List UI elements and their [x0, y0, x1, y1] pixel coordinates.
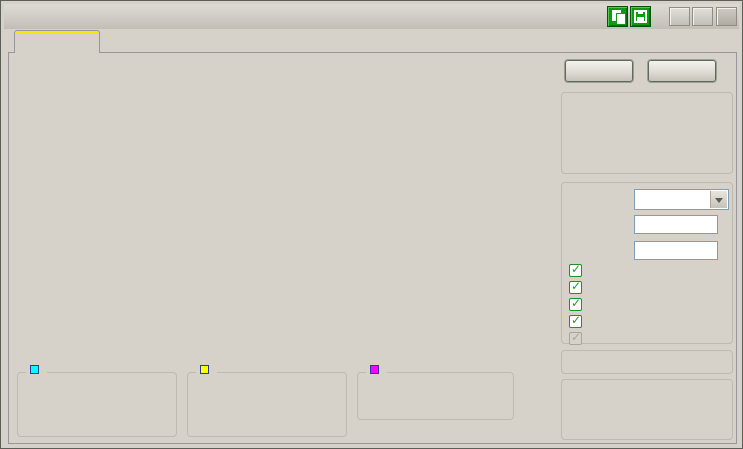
tab-disc-quality[interactable] — [14, 30, 100, 53]
save-button[interactable] — [630, 6, 651, 27]
end-pos-input[interactable] — [634, 241, 718, 260]
jitter-stats-box — [357, 365, 514, 420]
start-button[interactable] — [564, 59, 634, 83]
app-window — [0, 0, 743, 449]
checked-checkbox-icon — [569, 279, 582, 294]
checked-checkbox-icon — [569, 296, 582, 311]
maximize-button[interactable] — [692, 7, 713, 26]
disc-info-group — [561, 92, 733, 174]
pi-errors-swatch — [30, 365, 39, 374]
progress-group — [561, 379, 733, 440]
minimize-button[interactable] — [669, 7, 690, 26]
start-pos-input[interactable] — [634, 215, 718, 234]
quality-score-group — [561, 350, 733, 374]
copy-to-clipboard-button[interactable] — [607, 6, 628, 27]
checkbox-show-write-speed — [569, 330, 587, 345]
checkbox-show-jitter[interactable] — [569, 296, 587, 311]
pi-errors-stats-box — [17, 365, 177, 437]
title-bar[interactable] — [4, 4, 739, 29]
chevron-down-icon[interactable] — [710, 191, 727, 208]
checked-checkbox-icon — [569, 330, 582, 345]
exit-button[interactable] — [647, 59, 717, 83]
speed-combobox[interactable] — [634, 189, 729, 210]
pi-failures-swatch — [200, 365, 209, 374]
pi-failures-stats-box — [187, 365, 347, 437]
checkbox-show-c2-pif[interactable] — [569, 279, 587, 294]
close-button[interactable] — [716, 7, 737, 26]
checked-checkbox-icon — [569, 262, 582, 277]
jitter-swatch — [370, 365, 379, 374]
checkbox-show-c1-pie[interactable] — [569, 262, 587, 277]
checked-checkbox-icon — [569, 313, 582, 328]
checkbox-show-read-speed[interactable] — [569, 313, 587, 328]
